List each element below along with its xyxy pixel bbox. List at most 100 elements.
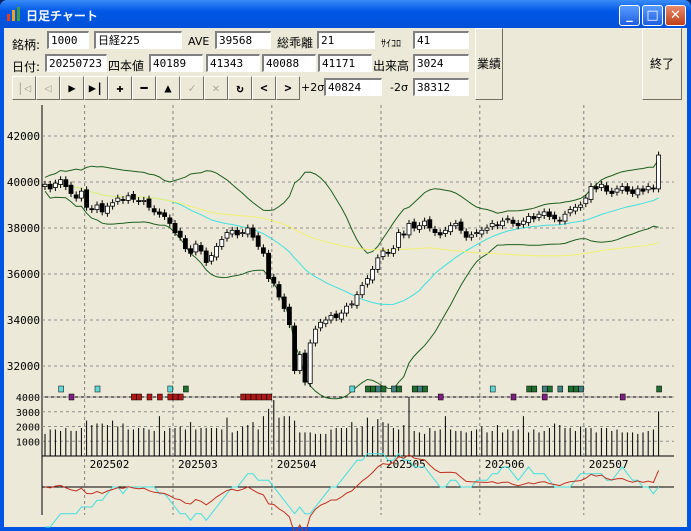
price-tick-label: 32000 [7,360,40,373]
candle-body [224,232,230,239]
sell-signal-marker [172,393,179,401]
candle-body [141,199,147,202]
price-tick-label: 42000 [7,130,40,143]
buy-signal-marker [391,385,397,393]
candle-body [359,285,365,296]
candle-body [599,183,604,188]
candle-body [130,194,136,200]
buy-signal-marker [547,385,553,393]
chart-window: 日足チャート _ □ ✕ 銘柄: 1000 日経225 AVE 39568 総乖… [0,0,691,531]
candle-body [167,217,173,224]
sell-signal-marker [261,393,267,401]
candle-body [515,222,521,227]
candle-body [484,227,490,231]
candle-body [609,190,615,194]
candle-body [162,212,168,217]
candle-body [47,183,53,190]
candle-body [177,230,183,238]
candle-body [53,182,58,188]
candle-body [437,232,443,236]
buy-signal-marker [573,385,579,393]
candle-body [614,188,620,193]
candle-body [547,211,552,217]
candle-body [526,216,531,223]
candle-body [604,185,609,192]
buy-signal-marker [417,385,423,393]
buy-signal-marker [411,385,418,393]
candle-body [208,255,214,262]
candle-body [151,208,157,213]
sell-signal-marker [177,393,184,401]
buy-signal-marker [349,385,356,393]
candle-body [474,232,480,235]
candle-body [494,224,500,227]
candle-body [84,189,89,208]
price-chart[interactable]: 42000 40000 38000 36000 34000 32000 4000 3000 20… [0,0,691,531]
buy-signal-marker [557,385,564,393]
candle-body [458,221,464,231]
candle-body [219,239,225,247]
buy-signal-marker [531,385,538,393]
candle-body [354,294,360,306]
candle-body [468,234,474,238]
candle-body [380,250,386,257]
sell-signal-marker [146,393,153,401]
candle-body [120,199,126,201]
sell-signal-marker [541,393,548,401]
candle-body [188,248,194,254]
candle-body [567,209,573,214]
candle-body [302,352,308,383]
candle-body [557,219,563,222]
candle-body [271,276,277,284]
candle-body [182,238,188,250]
candle-body [203,250,209,263]
candle-body [266,252,272,280]
candle-body [245,227,251,235]
buy-signal-marker [567,385,574,393]
candle-body [292,325,298,372]
candle-body [625,186,630,192]
buy-signal-marker [526,385,532,393]
candle-body [562,213,568,222]
month-label: 202502 [90,458,130,471]
buy-signal-marker [422,385,428,393]
candle-body [214,245,220,258]
candle-body [453,222,459,227]
deviation-line [44,454,660,531]
candle-body [427,219,433,229]
price-tick-label: 40000 [7,176,40,189]
candle-body [276,284,282,298]
candle-body [240,232,246,235]
candle-body [286,306,292,325]
sell-signal-marker [255,393,262,401]
candle-body [234,229,240,236]
candle-body [396,232,402,248]
price-tick-label: 38000 [7,222,40,235]
candle-body [541,211,547,216]
candle-body [105,205,110,214]
candle-body [370,268,376,281]
candle-body [156,211,162,215]
candle-body [416,225,422,230]
volume-tick-label: 1000 [16,437,40,448]
candle-body [193,243,199,253]
buy-signal-marker [578,385,584,393]
sell-signal-marker [136,393,142,401]
candle-body [344,305,350,314]
candle-body [583,197,589,205]
candle-body [448,225,454,233]
candle-body [536,213,542,218]
sell-signal-marker [131,393,137,401]
candle-body [307,342,313,384]
sell-signal-marker [167,393,174,401]
candle-body [432,228,438,234]
candle-body [588,186,594,200]
candle-body [255,235,261,247]
candle-body [328,314,334,321]
buy-signal-marker [541,385,548,393]
candle-body [521,220,526,225]
candle-body [411,221,417,229]
buy-signal-marker [58,385,64,393]
candle-body [115,197,121,202]
candle-body [510,219,516,224]
